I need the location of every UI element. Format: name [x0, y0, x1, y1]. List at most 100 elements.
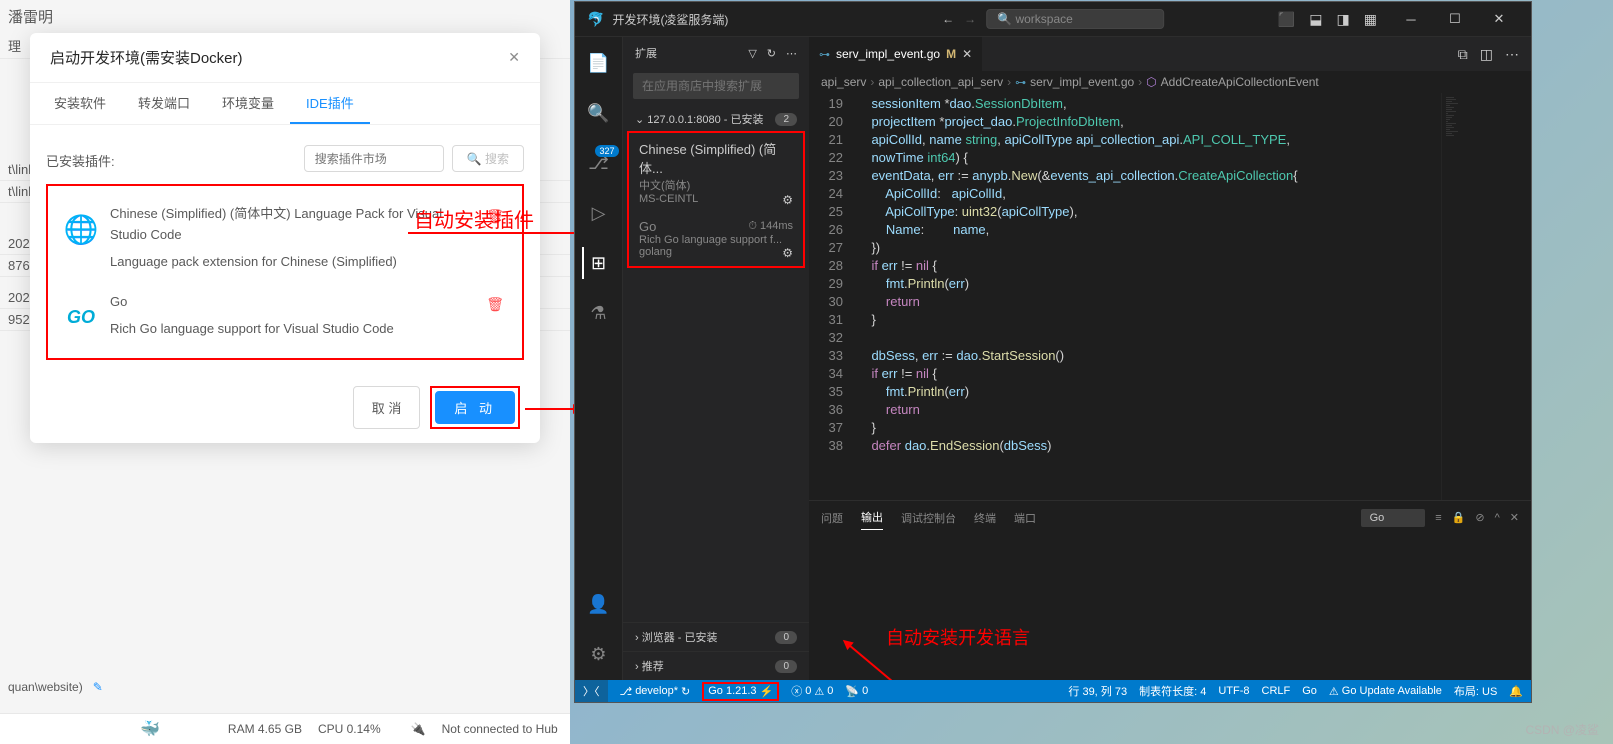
tab-ide-plugins[interactable]: IDE插件	[290, 83, 370, 124]
search-icon[interactable]: 🔍	[583, 97, 615, 129]
vscode-titlebar: 🐬 开发环境(凌鲨服务端) ← → 🔍 workspace ⬛ ⬓ ◨ ▦ ─ …	[575, 2, 1531, 37]
eol[interactable]: CRLF	[1262, 685, 1291, 697]
tab-install-software[interactable]: 安装软件	[38, 83, 122, 124]
delete-icon[interactable]: 🗑	[482, 292, 508, 317]
layout-left-icon[interactable]: ⬛	[1278, 11, 1295, 28]
go-version-status[interactable]: Go 1.21.3 ⚡	[702, 682, 779, 701]
source-control-icon[interactable]: ⎇327	[583, 147, 615, 179]
clear-icon[interactable]: ⊘	[1475, 511, 1484, 524]
editor-area: ⊶ serv_impl_event.go M ✕ ⧉ ◫ ⋯ api_serv›…	[809, 37, 1531, 680]
tab-port-forward[interactable]: 转发端口	[122, 83, 206, 124]
more-icon[interactable]: ⋯	[786, 47, 797, 60]
dialog-title: 启动开发环境(需安装Docker)	[50, 47, 243, 68]
bell-icon[interactable]: 🔔	[1509, 685, 1523, 698]
errors-status[interactable]: ⓧ 0 ⚠ 0	[791, 683, 833, 699]
line-gutter: 1920212223242526272829303132333435363738	[809, 93, 857, 500]
branch-status[interactable]: ⎇ develop* ↻	[620, 685, 691, 698]
breadcrumb[interactable]: api_serv› api_collection_api_serv› ⊶serv…	[809, 71, 1531, 93]
more-icon[interactable]: ⋯	[1505, 46, 1519, 63]
plugin-desc: Language pack extension for Chinese (Sim…	[110, 252, 472, 273]
panel-tab-ports[interactable]: 端口	[1014, 506, 1036, 530]
go-file-icon: ⊶	[819, 48, 830, 61]
modified-badge: M	[946, 47, 956, 61]
cursor-position[interactable]: 行 39, 列 73	[1068, 683, 1127, 699]
docker-icon[interactable]: 🐳	[0, 719, 220, 739]
close-icon[interactable]: ✕	[508, 49, 520, 66]
nav-back-icon[interactable]: ←	[942, 12, 954, 26]
output-channel-select[interactable]: Go	[1361, 509, 1426, 527]
ext-item-go[interactable]: Go⏱ 144ms Rich Go language support f... …	[629, 213, 803, 266]
annotation-auto-install-plugin: 自动安装插件	[414, 204, 534, 233]
path-label: quan\website) ✎	[8, 680, 103, 694]
explorer-icon[interactable]: 📄	[583, 47, 615, 79]
extension-search-input[interactable]	[633, 73, 799, 99]
watermark: CSDN @凌鲨	[1525, 721, 1599, 738]
extensions-icon[interactable]: ⊞	[582, 247, 614, 279]
ports-status[interactable]: 📡 0	[845, 685, 868, 698]
cancel-button[interactable]: 取 消	[353, 386, 421, 429]
tab-size[interactable]: 制表符长度: 4	[1139, 683, 1206, 699]
annotation-auto-install-lang: 自动安装开发语言	[886, 624, 1030, 650]
layout-status[interactable]: 布局: US	[1454, 683, 1497, 699]
close-panel-icon[interactable]: ✕	[1510, 511, 1519, 524]
maximize-panel-icon[interactable]: ^	[1495, 512, 1500, 524]
layout-bottom-icon[interactable]: ⬓	[1309, 11, 1322, 28]
editor-tabs: ⊶ serv_impl_event.go M ✕ ⧉ ◫ ⋯	[809, 37, 1531, 71]
split-icon[interactable]: ◫	[1480, 46, 1493, 63]
filter-icon[interactable]: ≡	[1435, 512, 1441, 524]
filter-icon[interactable]: ▽	[748, 47, 756, 60]
code-content[interactable]: sessionItem *dao.SessionDbItem, projectI…	[857, 93, 1441, 500]
installed-count: 2	[775, 113, 797, 126]
layout-customize-icon[interactable]: ▦	[1364, 11, 1377, 28]
panel-tab-problems[interactable]: 问题	[821, 506, 843, 530]
plugin-item-go: GO Go Rich Go language support for Visua…	[56, 282, 514, 350]
dev-env-dialog: 启动开发环境(需安装Docker) ✕ 安装软件 转发端口 环境变量 IDE插件…	[30, 33, 540, 443]
tab-env-vars[interactable]: 环境变量	[206, 83, 290, 124]
installed-label: 已安装插件:	[46, 151, 115, 170]
close-button[interactable]: ✕	[1479, 5, 1519, 33]
panel-tab-terminal[interactable]: 终端	[974, 506, 996, 530]
remote-button[interactable]: 〉〈	[575, 680, 608, 702]
nav-fwd-icon[interactable]: →	[964, 12, 976, 26]
test-icon[interactable]: ⚗	[583, 297, 615, 329]
ram-status: RAM 4.65 GB	[220, 722, 310, 736]
browser-section[interactable]: › 浏览器 - 已安装 0	[623, 622, 809, 651]
gear-icon[interactable]: ⚙	[782, 193, 793, 207]
edit-icon[interactable]: ✎	[93, 680, 103, 694]
minimap[interactable]: ▬▬▬▬▬▬▬▬▬▬▬▬▬▬▬▬▬▬▬▬▬▬▬▬▬▬▬▬▬▬▬▬▬▬▬▬▬▬▬▬…	[1441, 93, 1531, 500]
language-mode[interactable]: Go	[1302, 685, 1317, 697]
activity-bar: 📄 🔍 ⎇327 ▷ ⊞ ⚗ 👤 ⚙	[575, 37, 623, 680]
plugin-search-input[interactable]	[304, 145, 444, 172]
start-button[interactable]: 启 动	[435, 391, 515, 424]
panel-body[interactable]: 自动安装开发语言	[809, 534, 1531, 680]
panel-tab-debug[interactable]: 调试控制台	[901, 506, 956, 530]
app-icon: 🐬	[587, 11, 604, 28]
minimize-button[interactable]: ─	[1391, 5, 1431, 33]
ext-item-chinese[interactable]: Chinese (Simplified) (简体... 中文(简体) MS-CE…	[629, 133, 803, 213]
close-tab-icon[interactable]: ✕	[962, 47, 972, 61]
compare-icon[interactable]: ⧉	[1458, 46, 1468, 63]
bottom-panel: 问题 输出 调试控制台 终端 端口 Go ≡ 🔒 ⊘ ^ ✕ 自动安装开发	[809, 500, 1531, 680]
plugin-search-button[interactable]: 🔍 搜索	[452, 145, 524, 172]
editor-tab[interactable]: ⊶ serv_impl_event.go M ✕	[809, 37, 983, 71]
refresh-icon[interactable]: ↻	[767, 47, 776, 60]
recommend-section[interactable]: › 推荐 0	[623, 651, 809, 680]
window-title: 开发环境(凌鲨服务端)	[612, 11, 728, 28]
debug-icon[interactable]: ▷	[583, 197, 615, 229]
panel-tab-output[interactable]: 输出	[861, 505, 883, 530]
maximize-button[interactable]: ☐	[1435, 5, 1475, 33]
gear-icon[interactable]: ⚙	[782, 246, 793, 260]
account-icon[interactable]: 👤	[583, 588, 615, 620]
hub-status: Not connected to Hub	[434, 722, 566, 736]
go-icon: GO	[62, 298, 100, 336]
command-center[interactable]: 🔍 workspace	[986, 9, 1164, 29]
code-editor[interactable]: 1920212223242526272829303132333435363738…	[809, 93, 1531, 500]
layout-right-icon[interactable]: ◨	[1337, 11, 1350, 28]
go-update[interactable]: ⚠ Go Update Available	[1329, 685, 1442, 698]
lock-icon[interactable]: 🔒	[1452, 511, 1466, 524]
dialog-tabs: 安装软件 转发端口 环境变量 IDE插件	[30, 83, 540, 125]
plugin-name: Go	[110, 292, 472, 313]
encoding[interactable]: UTF-8	[1218, 685, 1249, 697]
installed-section[interactable]: ⌄ 127.0.0.1:8080 - 已安装	[635, 111, 763, 127]
settings-icon[interactable]: ⚙	[583, 638, 615, 670]
